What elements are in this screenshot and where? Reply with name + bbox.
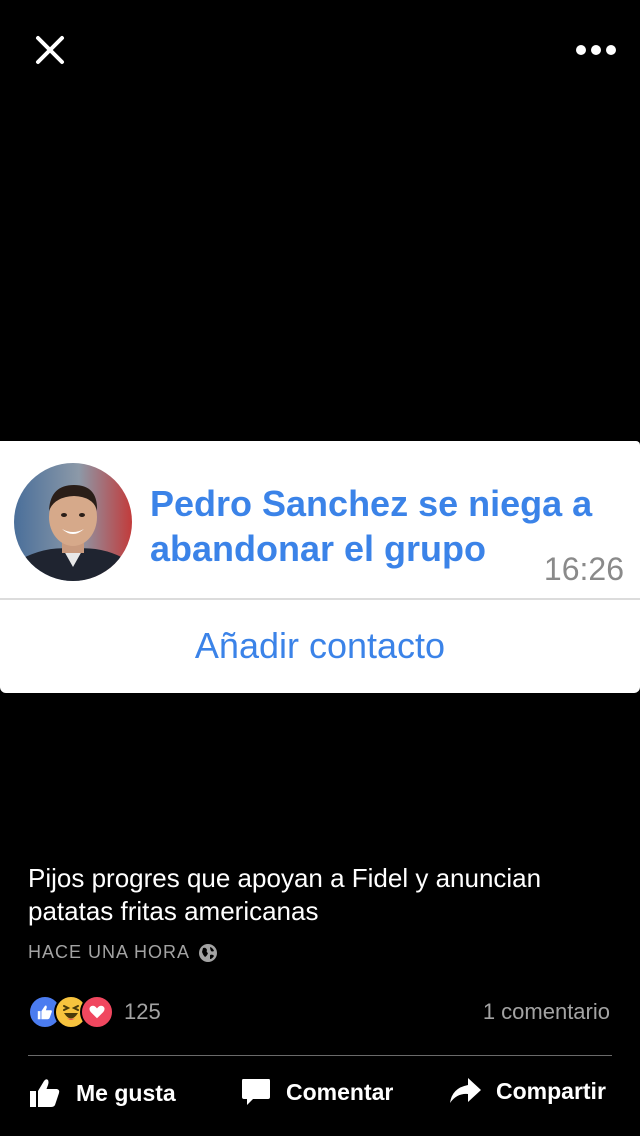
reactions-summary[interactable]: 125 [28,995,161,1029]
reaction-count: 125 [124,999,161,1024]
more-options-button[interactable] [572,30,620,70]
like-button[interactable]: Me gusta [28,1076,176,1110]
comments-count-link[interactable]: 1 comentario [483,999,610,1025]
globe-icon [198,943,218,963]
close-icon [36,36,64,64]
avatar [14,463,132,581]
love-reaction-icon [80,995,114,1029]
post-photo[interactable]: Pedro Sanchez se niega a abandonar el gr… [0,441,640,693]
post-timestamp[interactable]: HACE UNA HORA [28,942,218,963]
comment-button[interactable]: Comentar [240,1076,393,1108]
photo-viewer-screen: Pedro Sanchez se niega a abandonar el gr… [0,0,640,1136]
action-bar: Me gusta Comentar Compartir [0,1070,640,1126]
speech-bubble-icon [240,1076,272,1108]
share-arrow-icon [448,1076,482,1106]
more-dots-icon [576,45,616,55]
message-time: 16:26 [543,551,624,587]
like-label: Me gusta [76,1079,176,1106]
close-button[interactable] [28,28,72,72]
message-notification: Pedro Sanchez se niega a abandonar el gr… [0,441,640,600]
comment-label: Comentar [286,1078,394,1105]
post-caption: Pijos progres que apoyan a Fidel y anunc… [28,863,542,926]
share-button[interactable]: Compartir [448,1076,606,1106]
thumbs-up-icon [28,1076,62,1110]
add-contact-link: Añadir contacto [194,624,446,666]
person-photo [14,463,132,581]
divider [28,1055,612,1056]
share-label: Compartir [496,1077,606,1104]
timestamp-text: HACE UNA HORA [28,942,191,962]
